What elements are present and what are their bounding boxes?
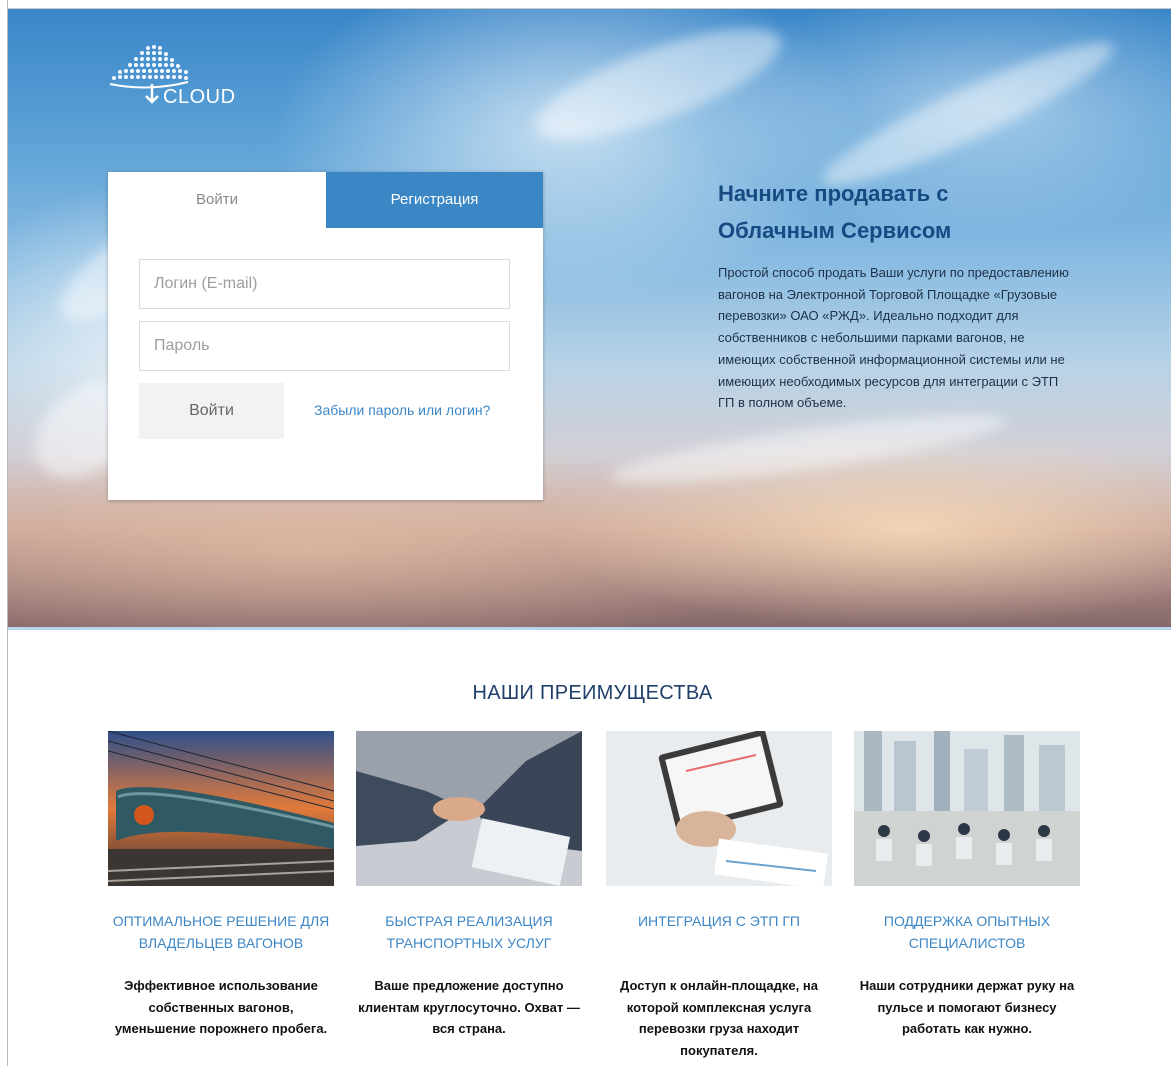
hero-description: Простой способ продать Ваши услуги по пр… — [718, 265, 1069, 411]
advantage-title: ОПТИМАЛЬНОЕ РЕШЕНИЕ ДЛЯ ВЛАДЕЛЬЦЕВ ВАГОН… — [112, 913, 330, 951]
office-team-photo — [854, 731, 1080, 886]
advantage-title: ПОДДЕРЖКА ОПЫТНЫХ СПЕЦИАЛИСТОВ — [883, 913, 1051, 951]
logo-text: CLOUD — [163, 86, 236, 108]
advantage-description: Эффективное использование собственных ва… — [114, 978, 328, 1037]
hero-title: Начните продавать с Облачным Сервисом — [718, 181, 952, 243]
login-input[interactable] — [139, 259, 510, 309]
login-button[interactable]: Войти — [139, 383, 284, 439]
advantages-title: НАШИ ПРЕИМУЩЕСТВА — [472, 682, 713, 704]
advantage-description: Наши сотрудники держат руку на пульсе и … — [859, 978, 1075, 1037]
tab-login[interactable]: Войти — [108, 172, 326, 228]
handshake-photo — [356, 731, 582, 886]
advantage-card: ОПТИМАЛЬНОЕ РЕШЕНИЕ ДЛЯ ВЛАДЕЛЬЦЕВ ВАГОН… — [107, 730, 335, 1040]
cloud-decoration — [523, 9, 793, 162]
advantage-title: БЫСТРАЯ РЕАЛИЗАЦИЯ ТРАНСПОРТНЫХ УСЛУГ — [385, 913, 553, 951]
advantage-card: ПОДДЕРЖКА ОПЫТНЫХ СПЕЦИАЛИСТОВ Наши сотр… — [854, 731, 1080, 1040]
tank-train-photo — [107, 730, 335, 886]
forgot-password-link[interactable]: Забыли пароль или логин? — [314, 402, 490, 418]
advantage-card: ИНТЕГРАЦИЯ С ЭТП ГП Доступ к онлайн-площ… — [606, 729, 832, 1061]
cloud-decoration — [607, 401, 1009, 497]
advantage-description: Ваше предложение доступно клиентам кругл… — [358, 978, 580, 1037]
login-card: Войти Регистрация Войти Забыли пароль ил… — [108, 172, 543, 500]
tab-register[interactable]: Регистрация — [326, 172, 543, 228]
advantage-title: ИНТЕГРАЦИЯ С ЭТП ГП — [637, 913, 800, 929]
advantage-card: БЫСТРАЯ РЕАЛИЗАЦИЯ ТРАНСПОРТНЫХ УСЛУГ Ва… — [356, 731, 582, 1040]
password-input[interactable] — [139, 321, 510, 371]
advantage-description: Доступ к онлайн-площадке, на которой ком… — [620, 978, 818, 1058]
hero-divider — [8, 627, 1171, 630]
tablet-analytics-photo — [606, 729, 832, 890]
